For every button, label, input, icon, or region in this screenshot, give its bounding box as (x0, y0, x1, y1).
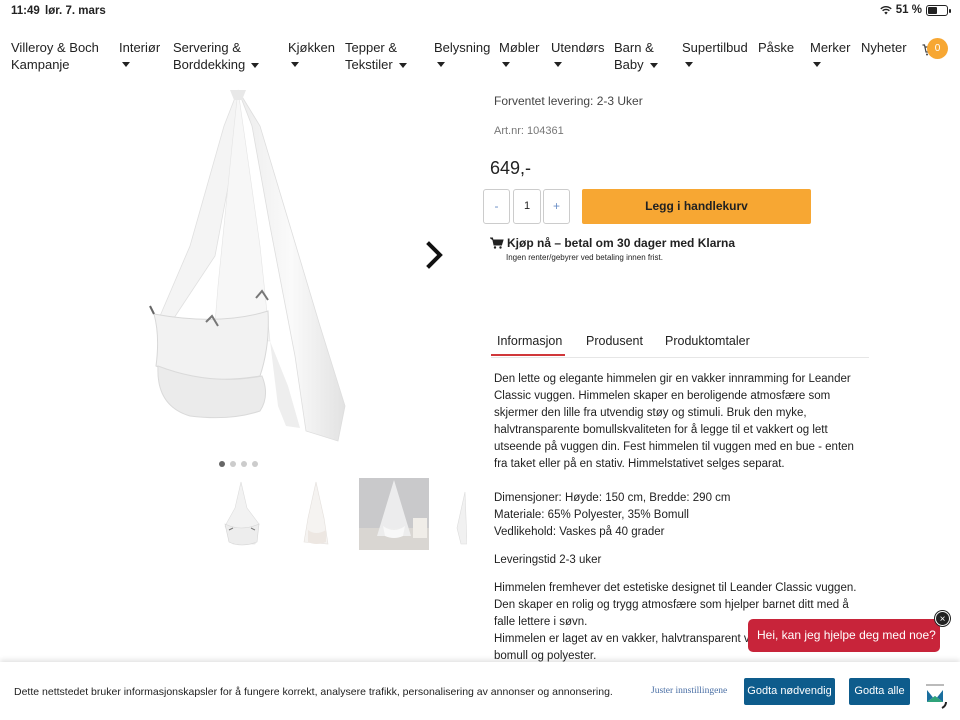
nav-label: Tekstiler (345, 57, 393, 72)
nav-label: Supertilbud (682, 40, 748, 55)
nav-item-utendors[interactable]: Utendørs (551, 39, 604, 67)
caret-down-icon (122, 62, 130, 67)
description-paragraph: Himmelen fremhever det estetiske designe… (494, 582, 857, 594)
nav-label: Belysning (434, 40, 491, 55)
thumbnail-image[interactable] (437, 478, 467, 550)
gallery-dot[interactable] (219, 461, 225, 467)
powered-by-logo (926, 684, 947, 709)
nav-label: Tepper & (345, 40, 398, 55)
accept-necessary-button[interactable]: Godta nødvendig (744, 678, 835, 705)
accept-all-button[interactable]: Godta alle (849, 678, 910, 705)
gallery-dot[interactable] (230, 461, 236, 467)
caret-down-icon (437, 62, 445, 67)
nav-label: Servering & (173, 40, 241, 55)
nav-label: Merker (810, 40, 851, 55)
quantity-input[interactable]: 1 (513, 189, 541, 224)
thumbnail-image[interactable] (282, 478, 352, 550)
dimensions-text: Dimensjoner: Høyde: 150 cm, Bredde: 290 … (494, 492, 731, 504)
nav-label: Påske (758, 40, 795, 55)
thumbnail-image[interactable] (207, 478, 277, 550)
description-paragraph: Den lette og elegante himmelen gir en va… (494, 373, 854, 470)
caret-down-icon (649, 63, 658, 69)
lead-time-text: Leveringstid 2-3 uker (494, 554, 602, 566)
chat-widget-bubble[interactable]: Hei, kan jeg hjelpe deg med noe? (748, 619, 940, 652)
care-text: Vedlikehold: Vaskes på 40 grader (494, 526, 665, 538)
wifi-icon (880, 6, 892, 15)
nav-item-interior[interactable]: Interiør (119, 39, 160, 67)
tab-informasjon[interactable]: Informasjon (497, 334, 562, 348)
product-main-image[interactable] (120, 86, 360, 451)
active-tab-indicator (491, 354, 565, 356)
caret-down-icon (398, 63, 407, 69)
caret-down-icon (291, 62, 299, 67)
status-date: lør. 7. mars (45, 5, 106, 17)
klarna-offer: Kjøp nå – betal om 30 dager med Klarna (490, 236, 735, 250)
article-number: Art.nr: 104361 (494, 125, 564, 137)
nav-label: Utendørs (551, 40, 605, 55)
nav-label: Kampanje (11, 57, 70, 72)
battery-percent: 51 % (895, 4, 922, 16)
nav-label: Interiør (119, 40, 161, 55)
nav-item-supertilbud[interactable]: Supertilbud (682, 39, 748, 67)
gallery-dots (219, 461, 258, 467)
caret-down-icon (554, 62, 562, 67)
nav-item-merker[interactable]: Merker (810, 39, 850, 67)
tab-produsent[interactable]: Produsent (586, 334, 643, 348)
klarna-text: Kjøp nå – betal om 30 dager med Klarna (507, 236, 736, 250)
cart-icon (490, 237, 504, 249)
battery-icon (926, 4, 951, 16)
material-text: Materiale: 65% Polyester, 35% Bomull (494, 509, 689, 521)
nav-item-nyheter[interactable]: Nyheter (861, 39, 907, 56)
cookie-banner: Dette nettstedet bruker informasjonskaps… (0, 662, 960, 720)
gallery-dot[interactable] (252, 461, 258, 467)
quantity-decrease-button[interactable]: - (483, 189, 510, 224)
klarna-subtext: Ingen renter/gebyrer ved betaling innen … (506, 253, 663, 262)
caret-down-icon (251, 63, 260, 69)
caret-down-icon (502, 62, 510, 67)
main-nav: Villeroy & Boch Kampanje Interiør Server… (0, 36, 960, 86)
caret-down-icon (813, 62, 821, 67)
gallery-dot[interactable] (241, 461, 247, 467)
nav-label: Møbler (499, 40, 540, 55)
nav-label: Kjøkken (288, 40, 335, 55)
nav-item-tepper[interactable]: Tepper & Tekstiler (345, 39, 407, 73)
nav-item-mobler[interactable]: Møbler (499, 39, 539, 67)
nav-item-villeroy[interactable]: Villeroy & Boch Kampanje (11, 39, 99, 73)
tab-produktomtaler[interactable]: Produktomtaler (665, 334, 750, 348)
cookie-text: Dette nettstedet bruker informasjonskaps… (14, 686, 613, 698)
thumbnail-image[interactable] (359, 478, 429, 550)
nav-label: Baby (614, 57, 644, 72)
nav-label: Nyheter (861, 40, 907, 55)
close-icon[interactable]: × (935, 611, 950, 626)
cart-count-badge[interactable]: 0 (927, 38, 948, 59)
gallery-thumbnails (207, 478, 467, 550)
status-time: 11:49 (11, 5, 40, 17)
cookie-settings-link[interactable]: Juster innstillingene (651, 686, 727, 696)
status-bar: 11:49 lør. 7. mars 51 % (0, 0, 960, 22)
delivery-estimate: Forventet levering: 2-3 Uker (494, 94, 643, 108)
product-price: 649,- (490, 158, 532, 178)
nav-item-barn[interactable]: Barn & Baby (614, 39, 658, 73)
caret-down-icon (685, 62, 693, 67)
nav-label: Borddekking (173, 57, 246, 72)
chevron-right-icon[interactable] (425, 241, 445, 269)
nav-item-paske[interactable]: Påske (758, 39, 794, 56)
quantity-increase-button[interactable]: + (543, 189, 570, 224)
add-to-cart-button[interactable]: Legg i handlekurv (582, 189, 811, 224)
nav-item-servering[interactable]: Servering & Borddekking (173, 39, 260, 73)
nav-item-belysning[interactable]: Belysning (434, 39, 490, 67)
nav-label: Villeroy & Boch (11, 40, 99, 55)
nav-label: Barn & (614, 40, 654, 55)
nav-item-kjokken[interactable]: Kjøkken (288, 39, 335, 67)
